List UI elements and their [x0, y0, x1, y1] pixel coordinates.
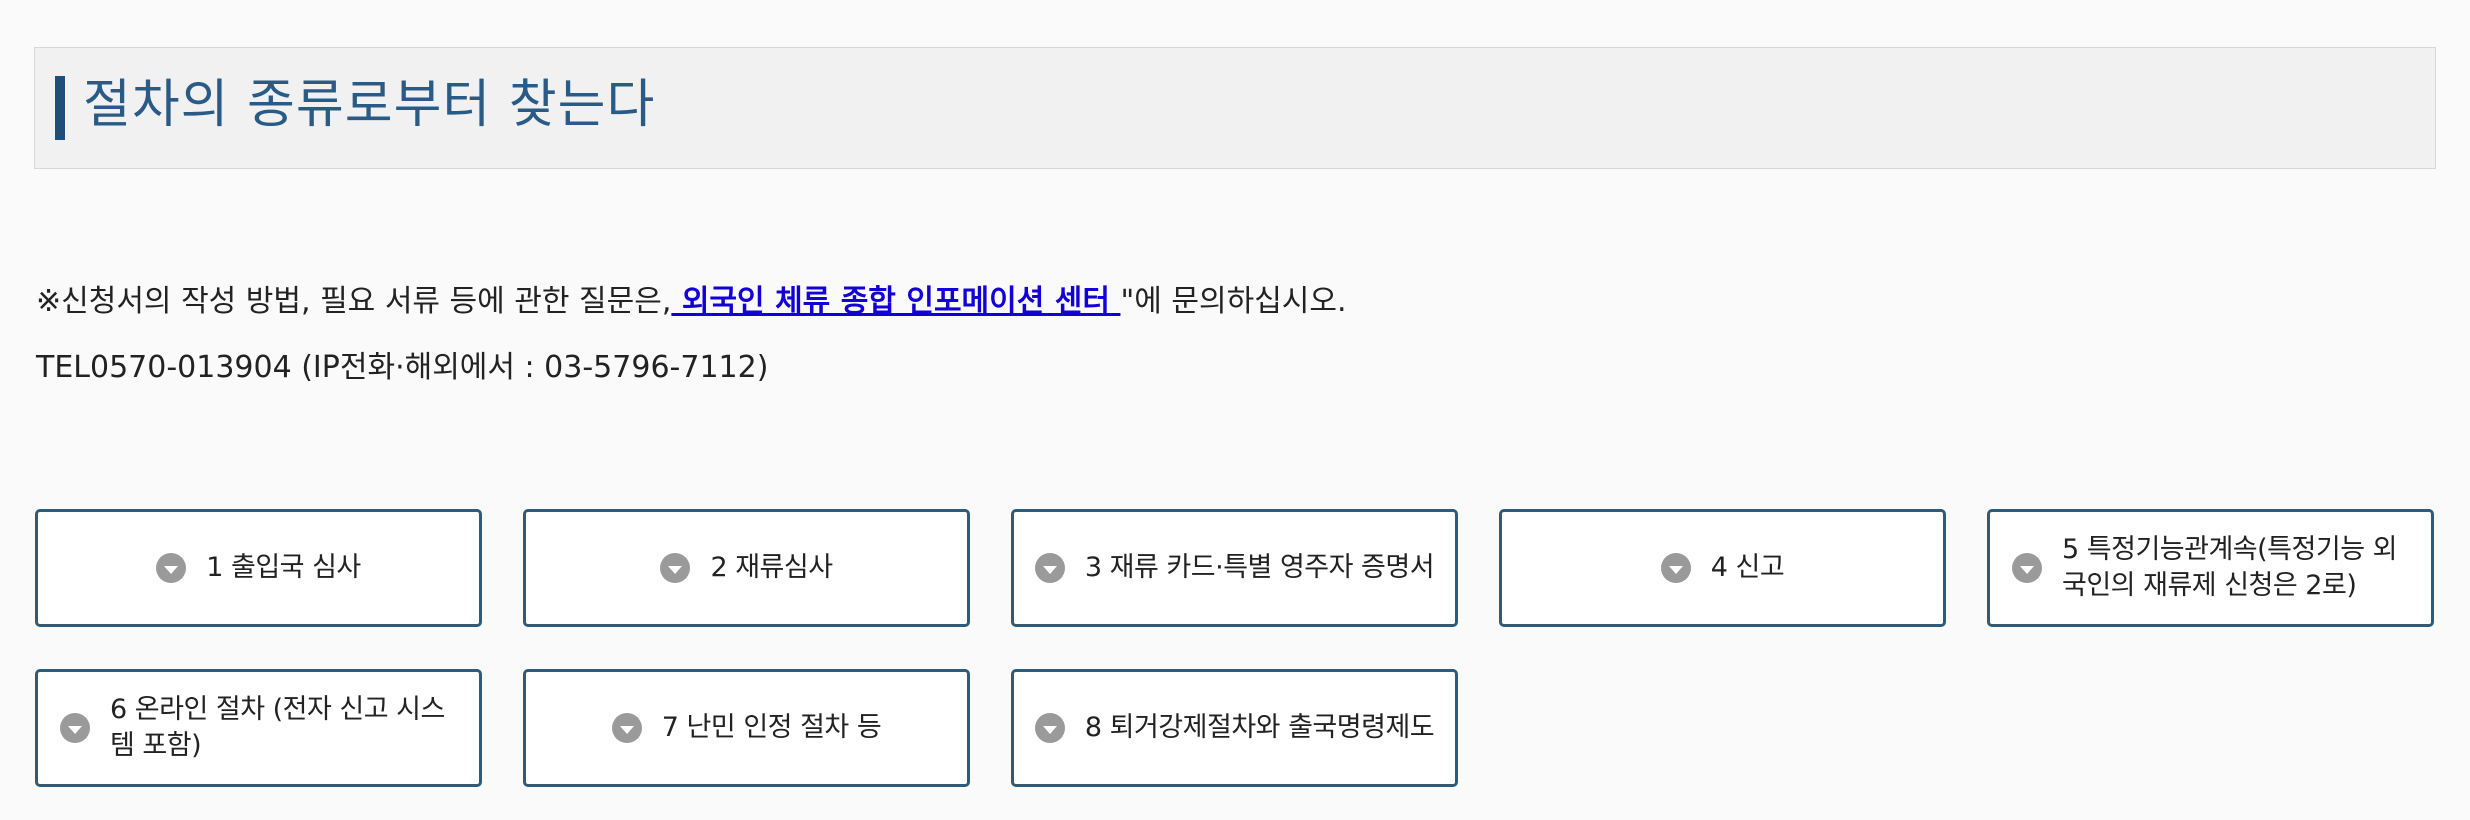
procedure-button-2[interactable]: 2 재류심사: [523, 509, 970, 627]
procedure-button-3[interactable]: 3 재류 카드·특별 영주자 증명서: [1011, 509, 1458, 627]
chevron-down-icon: [1660, 553, 1691, 583]
heading-accent-bar: [55, 76, 65, 140]
procedure-label: 5 특정기능관계속(특정기능 외국인의 재류제 신청은 2로): [2062, 534, 2397, 601]
chevron-down-icon: [156, 553, 187, 583]
procedure-button-4[interactable]: 4 신고: [1499, 509, 1946, 627]
chevron-down-icon: [611, 713, 642, 743]
chevron-down-icon: [1034, 553, 1065, 583]
chevron-down-icon: [2012, 553, 2042, 583]
procedure-button-8[interactable]: 8 퇴거강제절차와 출국명령제도: [1011, 669, 1458, 787]
notice-suffix: "에 문의하십시오.: [1120, 284, 1347, 319]
page-title: 절차의 종류로부터 찾는다: [83, 75, 656, 135]
information-center-link[interactable]: 외국인 체류 종합 인포메이션 센터: [671, 284, 1120, 319]
procedure-label: 6 온라인 절차 (전자 신고 시스템 포함): [110, 694, 445, 761]
procedure-button-7[interactable]: 7 난민 인정 절차 등: [523, 669, 970, 787]
procedure-label: 8 퇴거강제절차와 출국명령제도: [1084, 712, 1435, 743]
notice-prefix: ※신청서의 작성 방법, 필요 서류 등에 관한 질문은,: [36, 284, 672, 319]
chevron-down-icon: [1034, 713, 1065, 743]
procedure-label: 2 재류심사: [710, 552, 833, 583]
procedure-label: 4 신고: [1710, 552, 1785, 583]
procedure-button-1[interactable]: 1 출입국 심사: [35, 509, 482, 627]
inquiry-notice: ※신청서의 작성 방법, 필요 서류 등에 관한 질문은, 외국인 체류 종합 …: [36, 282, 1347, 322]
chevron-down-icon: [660, 553, 691, 583]
procedure-label: 7 난민 인정 절차 등: [661, 712, 882, 743]
procedure-button-5[interactable]: 5 특정기능관계속(특정기능 외국인의 재류제 신청은 2로): [1987, 509, 2434, 627]
procedure-label: 1 출입국 심사: [206, 552, 361, 583]
procedure-button-6[interactable]: 6 온라인 절차 (전자 신고 시스템 포함): [35, 669, 482, 787]
telephone-info: TEL0570-013904 (IP전화·해외에서 : 03-5796-7112…: [36, 350, 769, 385]
procedure-label: 3 재류 카드·특별 영주자 증명서: [1084, 552, 1435, 583]
chevron-down-icon: [60, 713, 90, 743]
section-header: 절차의 종류로부터 찾는다: [34, 47, 2436, 169]
